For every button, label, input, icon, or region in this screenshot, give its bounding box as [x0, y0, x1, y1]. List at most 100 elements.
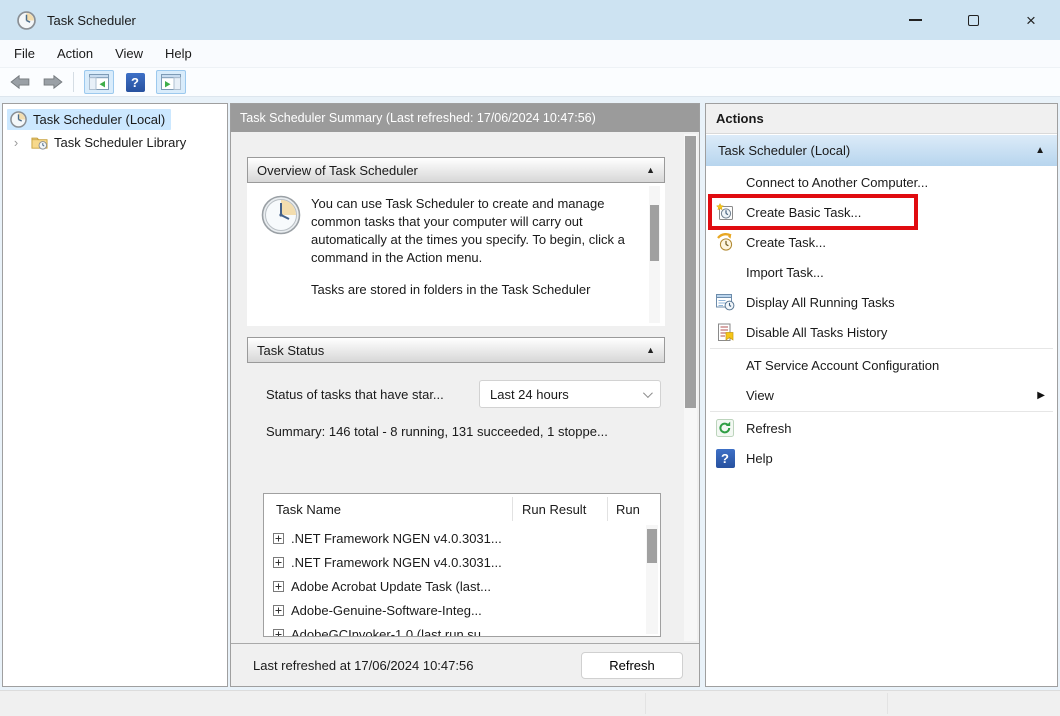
period-dropdown[interactable]: Last 24 hours [479, 380, 661, 408]
overview-section-header[interactable]: Overview of Task Scheduler ▲ [247, 157, 665, 183]
table-row[interactable]: AdobeGCInvoker-1.0 (last run su... [264, 622, 660, 637]
table-header-row: Task Name Run Result Run [264, 494, 660, 524]
menu-action[interactable]: Action [46, 40, 104, 67]
column-task-name[interactable]: Task Name [276, 502, 341, 517]
clock-icon [10, 111, 27, 128]
close-button[interactable]: × [1002, 0, 1060, 40]
tree-item-label: Task Scheduler Library [54, 135, 186, 150]
task-status-table: Task Name Run Result Run .NET Framework … [263, 493, 661, 637]
summary-panel-header: Task Scheduler Summary (Last refreshed: … [231, 104, 699, 132]
action-disable-all-tasks-history[interactable]: Disable All Tasks History [706, 317, 1057, 347]
refresh-button[interactable]: Refresh [581, 652, 683, 679]
show-console-tree-button[interactable] [84, 70, 114, 94]
task-name: AdobeGCInvoker-1.0 (last run su... [291, 627, 492, 638]
forward-button[interactable] [40, 72, 66, 92]
collapse-arrow-icon[interactable]: ▲ [1035, 145, 1045, 156]
forward-arrow-icon [42, 74, 64, 90]
tree-item-task-scheduler-library[interactable]: › Task Scheduler Library [3, 131, 227, 153]
actions-separator [710, 411, 1053, 412]
summary-panel: Task Scheduler Summary (Last refreshed: … [230, 103, 700, 687]
minimize-button[interactable] [886, 0, 944, 40]
expand-icon[interactable] [273, 581, 284, 592]
table-scrollbar[interactable] [646, 525, 658, 634]
chevron-right-icon[interactable]: › [9, 135, 23, 150]
actions-group-header[interactable]: Task Scheduler (Local) ▲ [706, 135, 1057, 166]
collapse-arrow-icon[interactable]: ▲ [646, 165, 655, 175]
expand-icon[interactable] [273, 533, 284, 544]
overview-scrollbar[interactable] [649, 186, 660, 323]
overview-section-title: Overview of Task Scheduler [257, 163, 418, 178]
submenu-arrow-icon: ▶ [1037, 390, 1045, 401]
overview-scrollbar-thumb[interactable] [650, 205, 659, 261]
minimize-icon [909, 19, 922, 20]
action-connect-to-another-computer[interactable]: Connect to Another Computer... [706, 167, 1057, 197]
table-row[interactable]: .NET Framework NGEN v4.0.3031... [264, 550, 660, 574]
help-toolbar-button[interactable]: ? [120, 70, 150, 94]
column-run-result[interactable]: Run Result [522, 502, 586, 517]
task-scheduler-app-icon [17, 11, 36, 30]
table-row[interactable]: Adobe Acrobat Update Task (last... [264, 574, 660, 598]
action-import-task[interactable]: Import Task... [706, 257, 1057, 287]
tree-item-task-scheduler-local[interactable]: Task Scheduler (Local) [3, 108, 227, 130]
summary-scrollbar-thumb[interactable] [685, 136, 696, 408]
back-button[interactable] [7, 72, 33, 92]
menu-bar: File Action View Help [0, 40, 1060, 68]
console-tree-icon [89, 74, 109, 90]
action-display-all-running-tasks[interactable]: Display All Running Tasks [706, 287, 1057, 317]
table-row[interactable]: .NET Framework NGEN v4.0.3031... [264, 526, 660, 550]
summary-footer: Last refreshed at 17/06/2024 10:47:56 Re… [231, 643, 699, 686]
show-action-pane-button[interactable] [156, 70, 186, 94]
task-status-label: Status of tasks that have star... [266, 387, 444, 402]
task-name: .NET Framework NGEN v4.0.3031... [291, 531, 502, 546]
close-icon: × [1026, 12, 1036, 29]
task-name: Adobe Acrobat Update Task (last... [291, 579, 491, 594]
overview-text: You can use Task Scheduler to create and… [311, 195, 641, 299]
toolbar: ? [0, 68, 1060, 97]
expand-icon[interactable] [273, 557, 284, 568]
overview-paragraph-truncated: Tasks are stored in folders in the Task … [311, 281, 641, 299]
task-status-title: Task Status [257, 343, 324, 358]
action-create-task[interactable]: Create Task... [706, 227, 1057, 257]
task-scheduler-clock-icon [261, 195, 301, 235]
overview-paragraph: You can use Task Scheduler to create and… [311, 195, 641, 267]
menu-help[interactable]: Help [154, 40, 203, 67]
actions-separator [710, 348, 1053, 349]
actions-panel: Actions Task Scheduler (Local) ▲ Connect… [705, 103, 1058, 687]
table-row[interactable]: Adobe-Genuine-Software-Integ... [264, 598, 660, 622]
create-basic-task-icon [716, 203, 735, 222]
last-refreshed-text: Last refreshed at 17/06/2024 10:47:56 [253, 658, 473, 673]
running-tasks-icon [716, 294, 735, 311]
table-scrollbar-thumb[interactable] [647, 529, 657, 563]
actions-group-title: Task Scheduler (Local) [718, 143, 850, 158]
help-icon: ? [716, 449, 735, 468]
task-status-section-header[interactable]: Task Status ▲ [247, 337, 665, 363]
action-at-service-account-configuration[interactable]: AT Service Account Configuration [706, 350, 1057, 380]
status-bar-divider [645, 693, 646, 714]
summary-scrollbar[interactable] [684, 134, 697, 641]
menu-file[interactable]: File [0, 40, 46, 67]
title-bar: Task Scheduler × [0, 0, 1060, 40]
action-pane-icon [161, 74, 181, 90]
collapse-arrow-icon[interactable]: ▲ [646, 345, 655, 355]
create-task-icon [716, 233, 735, 252]
task-name: Adobe-Genuine-Software-Integ... [291, 603, 482, 618]
window-title: Task Scheduler [47, 13, 136, 28]
maximize-button[interactable] [944, 0, 1002, 40]
column-run-start[interactable]: Run [616, 502, 646, 517]
action-help[interactable]: ? Help [706, 443, 1057, 473]
toolbar-separator [73, 72, 74, 92]
maximize-icon [968, 15, 979, 26]
column-divider [607, 497, 608, 521]
overview-content: You can use Task Scheduler to create and… [247, 183, 665, 326]
action-view[interactable]: View ▶ [706, 380, 1057, 410]
action-create-basic-task[interactable]: Create Basic Task... [706, 197, 1057, 227]
expand-icon[interactable] [273, 605, 284, 616]
status-bar [0, 690, 1060, 716]
expand-icon[interactable] [273, 629, 284, 638]
library-folder-icon [31, 134, 48, 151]
refresh-icon [716, 419, 734, 437]
status-bar-divider [887, 693, 888, 714]
back-arrow-icon [9, 74, 31, 90]
action-refresh[interactable]: Refresh [706, 413, 1057, 443]
menu-view[interactable]: View [104, 40, 154, 67]
